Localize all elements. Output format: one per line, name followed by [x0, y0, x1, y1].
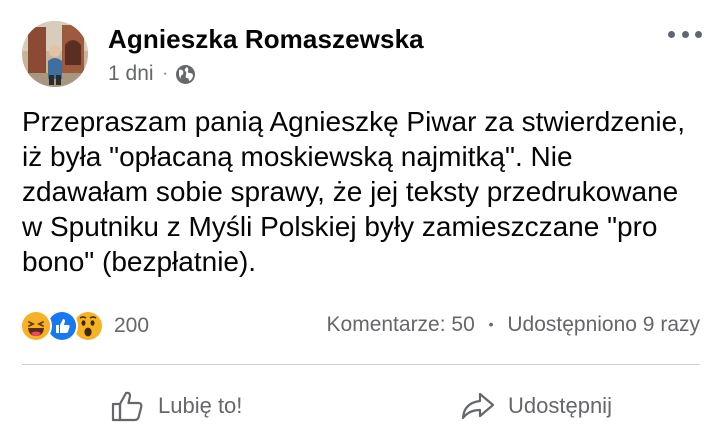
meta-separator: · — [162, 65, 168, 82]
post-text-line: w Sputniku z Myśli Polskiej były zamiesz… — [22, 211, 658, 242]
divider — [22, 364, 700, 365]
more-dot — [681, 30, 689, 38]
like-button[interactable]: Lubię to! — [110, 386, 242, 426]
post-text-line: zdawałam sobie sprawy, że jej teksty prz… — [22, 176, 679, 207]
comments-count[interactable]: Komentarze: 50 — [327, 313, 475, 336]
post-stats: Komentarze: 50 • Udostępniono 9 razy — [327, 313, 700, 337]
like-button-label: Lubię to! — [158, 393, 243, 418]
reactions-summary[interactable]: 200 — [20, 310, 150, 342]
post-text-line: iż była "opłacaną moskiewską najmitką". … — [22, 141, 573, 172]
post-meta: 1 dni · — [108, 62, 196, 86]
reaction-count: 200 — [114, 314, 150, 337]
author-name[interactable]: Agnieszka Romaszewska — [108, 24, 424, 55]
post-text-line: Przepraszam panią Agnieszkę Piwar za stw… — [22, 106, 685, 137]
avatar[interactable] — [22, 21, 88, 87]
haha-icon — [20, 310, 52, 342]
globe-icon[interactable] — [175, 64, 196, 85]
post-text: Przepraszam panią Agnieszkę Piwar za stw… — [22, 104, 702, 279]
share-arrow-icon — [461, 392, 495, 420]
more-dot — [695, 30, 702, 38]
share-button[interactable]: Udostępnij — [460, 386, 612, 426]
share-button-label: Udostępnij — [508, 393, 612, 418]
shares-count[interactable]: Udostępniono 9 razy — [507, 313, 700, 336]
post-timestamp[interactable]: 1 dni — [108, 62, 154, 86]
more-dot — [668, 30, 675, 38]
post-card: Agnieszka Romaszewska 1 dni · Przeprasza… — [0, 0, 714, 440]
post-text-line: bono" (bezpłatnie). — [22, 246, 257, 277]
stats-separator: • — [488, 316, 494, 332]
more-options-icon[interactable] — [668, 24, 702, 44]
thumbs-up-icon — [111, 391, 143, 422]
